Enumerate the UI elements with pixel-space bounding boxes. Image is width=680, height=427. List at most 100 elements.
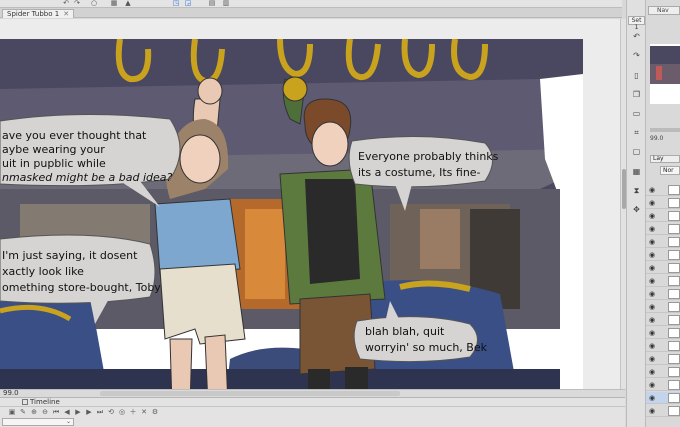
hourglass-icon[interactable]: ⧗ — [631, 185, 642, 196]
layer-thumbnail — [668, 237, 680, 247]
layer-row[interactable]: ◉ — [646, 301, 680, 313]
layer-thumbnail — [668, 354, 680, 364]
visibility-eye-icon[interactable]: ◉ — [649, 368, 657, 376]
visibility-eye-icon[interactable]: ◉ — [649, 316, 657, 324]
visibility-eye-icon[interactable]: ◉ — [649, 199, 657, 207]
new-timeline-icon[interactable]: ▣ — [8, 408, 16, 416]
timeline-edit-icon[interactable]: ✎ — [19, 408, 27, 416]
visibility-eye-icon[interactable]: ◉ — [649, 186, 657, 194]
layer-row[interactable]: ◉ — [646, 210, 680, 222]
layer-row[interactable]: ◉ — [646, 353, 680, 365]
layer-row[interactable]: ◉ — [646, 262, 680, 274]
set-tab[interactable]: Set 1 — [628, 16, 645, 31]
move-icon[interactable]: ✥ — [631, 204, 642, 215]
visibility-eye-icon[interactable]: ◉ — [649, 212, 657, 220]
visibility-eye-icon[interactable]: ◉ — [649, 394, 657, 402]
layer-row[interactable]: ◉ — [646, 379, 680, 391]
bubble-right-top-line-2: its a costume, Its fine- — [358, 166, 481, 179]
document-tab[interactable]: Spider Tubbo 1 ✕ — [2, 9, 75, 18]
visibility-eye-icon[interactable]: ◉ — [649, 329, 657, 337]
close-tab-icon[interactable]: ✕ — [63, 10, 69, 18]
navigator-zoom-slider[interactable] — [650, 128, 680, 132]
layer-row[interactable]: ◉ — [646, 275, 680, 287]
fill-icon[interactable]: ▲ — [124, 0, 132, 7]
redo-icon[interactable]: ↷ — [631, 50, 642, 61]
layer-thumbnail — [668, 341, 680, 351]
undo-icon[interactable]: ↶ — [62, 0, 70, 7]
command-bar: ↶ ↷ ○ ▦ ▲ ◳ ◲ ▤ ▥ — [0, 0, 622, 8]
layer-thumbnail — [668, 198, 680, 208]
layer-row[interactable]: ◉ — [646, 340, 680, 352]
copy-icon[interactable]: ❐ — [631, 89, 642, 100]
grid-icon[interactable]: ▥ — [222, 0, 230, 7]
clear-icon[interactable]: ○ — [90, 0, 98, 7]
visibility-eye-icon[interactable]: ◉ — [649, 381, 657, 389]
cel-settings-icon[interactable]: ⚙ — [151, 408, 159, 416]
onion-skin-icon[interactable]: ◎ — [118, 408, 126, 416]
loop-icon[interactable]: ⟲ — [107, 408, 115, 416]
visibility-eye-icon[interactable]: ◉ — [649, 264, 657, 272]
visibility-eye-icon[interactable]: ◉ — [649, 342, 657, 350]
delete-cel-icon[interactable]: ✕ — [140, 408, 148, 416]
status-bar: 99.0 — [0, 389, 625, 397]
delete-icon[interactable]: ▯ — [631, 70, 642, 81]
layer-tab[interactable]: Lay — [650, 155, 680, 163]
last-frame-icon[interactable]: ⏭ — [96, 408, 104, 416]
layer-row[interactable]: ◉ — [646, 327, 680, 339]
layer-row[interactable]: ◉ — [646, 223, 680, 235]
layer-thumbnail — [668, 263, 680, 273]
navigator-zoom-value[interactable]: 99.0 — [650, 135, 663, 142]
layer-row[interactable]: ◉ — [646, 405, 680, 417]
horizontal-scrollbar[interactable] — [100, 391, 400, 396]
layer-row[interactable]: ◉ — [646, 288, 680, 300]
layer-row[interactable]: ◉ — [646, 249, 680, 261]
visibility-eye-icon[interactable]: ◉ — [649, 238, 657, 246]
timeline-icon — [22, 399, 28, 405]
visibility-eye-icon[interactable]: ◉ — [649, 303, 657, 311]
navigator-thumbnail[interactable] — [650, 44, 680, 104]
layer-thumbnail — [668, 250, 680, 260]
canvas-area[interactable]: ave you ever thought that aybe wearing y… — [0, 19, 625, 389]
undo-icon[interactable]: ↶ — [631, 31, 642, 42]
visibility-eye-icon[interactable]: ◉ — [649, 251, 657, 259]
timeline-panel: Timeline ▣ ✎ ⊕ ⊖ ⏮ ◀ ▶ ▶ ⏭ ⟲ ◎ ＋ ✕ ⚙ ⌄ — [0, 397, 625, 427]
timeline-title: Timeline — [30, 398, 60, 406]
layer-row[interactable]: ◉ — [646, 236, 680, 248]
bubble-left-bottom-line-1: I'm just saying, it dosent — [2, 249, 138, 262]
next-frame-icon[interactable]: ▶ — [85, 408, 93, 416]
comic-artwork[interactable]: ave you ever thought that aybe wearing y… — [0, 39, 583, 389]
selection-icon[interactable]: ◳ — [172, 0, 180, 7]
zoom-in-icon[interactable]: ⊕ — [30, 408, 38, 416]
layer-row[interactable]: ◉ — [646, 184, 680, 196]
layer-thumbnail — [668, 224, 680, 234]
redo-icon[interactable]: ↷ — [73, 0, 81, 7]
ruler-icon[interactable]: ▤ — [208, 0, 216, 7]
blend-mode-select[interactable]: Nor — [660, 166, 680, 175]
timeline-select[interactable]: ⌄ — [2, 418, 74, 426]
layer-row[interactable]: ◉ — [646, 314, 680, 326]
layer-row[interactable]: ◉ — [646, 366, 680, 378]
add-cel-icon[interactable]: ＋ — [129, 408, 137, 416]
layer-thumbnail — [668, 406, 680, 416]
navigator-tab[interactable]: Nav — [648, 6, 680, 15]
layer-row[interactable]: ◉ — [646, 197, 680, 209]
prev-frame-icon[interactable]: ◀ — [63, 408, 71, 416]
first-frame-icon[interactable]: ⏮ — [52, 408, 60, 416]
grid-icon[interactable]: ▦ — [631, 166, 642, 177]
play-icon[interactable]: ▶ — [74, 408, 82, 416]
crop-icon[interactable]: ⌗ — [631, 127, 642, 138]
layer-row-selected[interactable]: ◉ — [646, 392, 680, 404]
bubble-right-bottom-line-2: worryin' so much, Bek — [365, 341, 488, 354]
frame-icon[interactable]: ▢ — [631, 146, 642, 157]
zoom-out-icon[interactable]: ⊖ — [41, 408, 49, 416]
tool-column: Set 1 ↶ ↷ ▯ ❐ ▭ ⌗ ▢ ▦ ⧗ ✥ — [626, 0, 646, 427]
visibility-eye-icon[interactable]: ◉ — [649, 355, 657, 363]
zoom-value[interactable]: 99.0 — [3, 390, 19, 397]
paste-icon[interactable]: ▭ — [631, 108, 642, 119]
visibility-eye-icon[interactable]: ◉ — [649, 277, 657, 285]
visibility-eye-icon[interactable]: ◉ — [649, 225, 657, 233]
visibility-eye-icon[interactable]: ◉ — [649, 407, 657, 415]
transform-icon[interactable]: ▦ — [110, 0, 118, 7]
snap-icon[interactable]: ◲ — [184, 0, 192, 7]
visibility-eye-icon[interactable]: ◉ — [649, 290, 657, 298]
